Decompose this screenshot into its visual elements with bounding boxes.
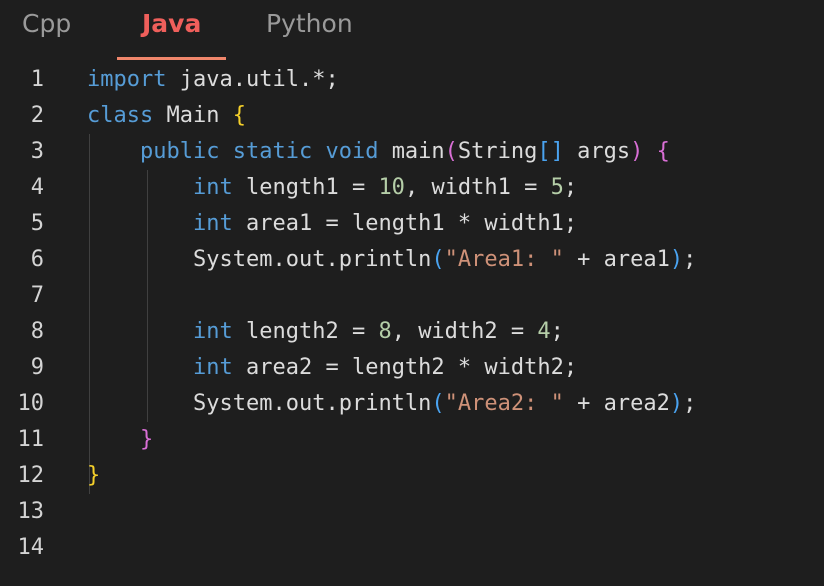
- code-line: 8 int length2 = 8, width2 = 4;: [0, 314, 824, 350]
- line-number: 14: [17, 535, 45, 560]
- code-text: int length2 = 8, width2 = 4;: [192, 319, 564, 344]
- code-text: System.out.println("Area1: " + area1);: [192, 247, 697, 272]
- code-line: 5 int area1 = length1 * width1;: [0, 206, 824, 242]
- code-text: int area2 = length2 * width2;: [192, 355, 578, 380]
- code-text: }: [87, 463, 101, 488]
- tab-python[interactable]: Python: [266, 8, 353, 40]
- code-line: 7: [0, 278, 824, 314]
- code-line: 1 import java.util.*;: [0, 62, 824, 98]
- line-number: 3: [30, 139, 44, 164]
- code-text: int length1 = 10, width1 = 5;: [192, 175, 578, 200]
- line-number: 5: [30, 211, 44, 236]
- line-number: 13: [17, 499, 45, 524]
- code-text: import java.util.*;: [87, 67, 339, 92]
- line-number: 4: [30, 175, 44, 200]
- code-line: 14: [0, 530, 824, 566]
- code-line: 3 public static void main(String[] args)…: [0, 134, 824, 170]
- code-editor[interactable]: 1 import java.util.*; 2 class Main { 3 publi…: [0, 62, 824, 586]
- line-number: 11: [17, 427, 45, 452]
- code-text: }: [139, 427, 154, 452]
- line-number: 6: [30, 247, 44, 272]
- language-tab-bar: Cpp Java Python: [0, 0, 824, 62]
- line-number: 8: [30, 319, 44, 344]
- code-line: 6 System.out.println("Area1: " + area1);: [0, 242, 824, 278]
- code-line: 9 int area2 = length2 * width2;: [0, 350, 824, 386]
- line-number: 7: [30, 283, 44, 308]
- line-number: 9: [30, 355, 44, 380]
- code-text: int area1 = length1 * width1;: [192, 211, 578, 236]
- active-tab-indicator: [117, 57, 226, 60]
- code-text: public static void main(String[] args) {: [139, 139, 670, 164]
- line-number: 1: [30, 67, 44, 92]
- code-text: class Main {: [87, 103, 246, 128]
- code-line: 11 }: [0, 422, 824, 458]
- code-line: 2 class Main {: [0, 98, 824, 134]
- code-line: 12}: [0, 458, 824, 494]
- code-line: 10 System.out.println("Area2: " + area2)…: [0, 386, 824, 422]
- code-line: 4 int length1 = 10, width1 = 5;: [0, 170, 824, 206]
- code-line: 13: [0, 494, 824, 530]
- code-text: System.out.println("Area2: " + area2);: [192, 391, 697, 416]
- line-number: 2: [30, 103, 44, 128]
- tab-java[interactable]: Java: [142, 8, 201, 40]
- tab-cpp[interactable]: Cpp: [22, 8, 71, 40]
- line-number: 10: [17, 391, 45, 416]
- line-number: 12: [17, 463, 45, 488]
